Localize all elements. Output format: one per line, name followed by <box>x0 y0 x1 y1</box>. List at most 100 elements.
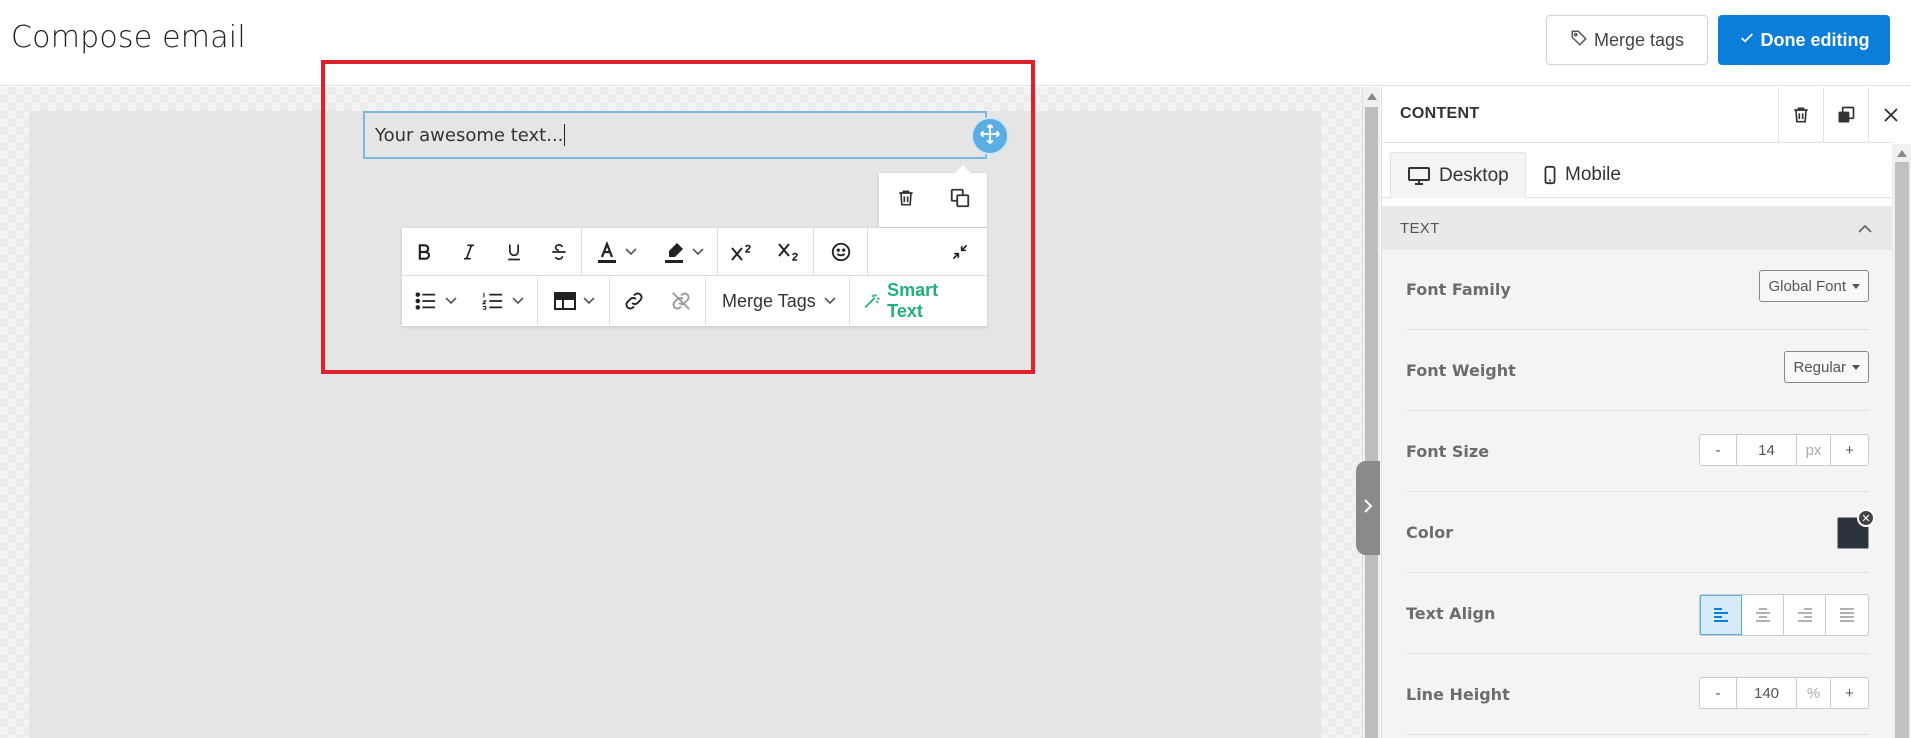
chevron-right-icon <box>1362 498 1374 519</box>
font-family-select[interactable]: Global Font <box>1759 270 1869 302</box>
panel-delete-button[interactable] <box>1778 87 1823 143</box>
align-center-button[interactable] <box>1742 595 1784 635</box>
panel-scroll-thumb[interactable] <box>1895 162 1909 738</box>
canvas-scroll-thumb[interactable] <box>1365 107 1378 738</box>
font-weight-row: Font Weight Regular <box>1406 331 1869 411</box>
table-icon <box>553 292 576 310</box>
bold-icon <box>419 243 431 260</box>
device-tabs: Desktop Mobile <box>1382 144 1892 198</box>
line-height-unit: % <box>1797 678 1831 708</box>
superscript-button[interactable] <box>718 228 766 275</box>
panel-duplicate-button[interactable] <box>1823 87 1868 143</box>
numbered-list-button[interactable] <box>470 277 538 325</box>
panel-header: CONTENT <box>1382 87 1898 143</box>
table-button[interactable] <box>538 277 609 325</box>
line-height-decrement[interactable]: - <box>1700 678 1737 708</box>
line-height-input[interactable]: 140 <box>1737 678 1797 708</box>
panel-scrollbar[interactable] <box>1892 144 1911 738</box>
tab-desktop[interactable]: Desktop <box>1390 152 1526 198</box>
close-icon <box>1883 108 1898 122</box>
font-size-label: Font Size <box>1406 442 1490 461</box>
rich-text-toolbar: Merge Tags Smart Text <box>402 228 987 326</box>
section-title: TEXT <box>1400 219 1440 237</box>
format-group <box>402 228 582 275</box>
scroll-up-icon[interactable] <box>1897 150 1907 157</box>
text-align-row: Text Align <box>1406 574 1869 654</box>
page-title: Compose email <box>11 20 246 55</box>
color-row: Color ✕ <box>1406 493 1875 573</box>
italic-icon <box>464 244 475 259</box>
highlight-color-button[interactable] <box>650 228 718 275</box>
color-label: Color <box>1406 523 1454 542</box>
properties-panel: CONTENT Desktop Mobile TEXT Font Family … <box>1381 87 1911 738</box>
collapse-panel-toggle[interactable] <box>1356 461 1380 555</box>
align-justify-button[interactable] <box>1826 595 1868 635</box>
duplicate-block-button[interactable] <box>933 173 987 227</box>
collapse-toolbar-button[interactable] <box>933 228 987 275</box>
merge-tags-dropdown[interactable]: Merge Tags <box>706 277 842 325</box>
block-actions <box>879 165 987 227</box>
panel-close-button[interactable] <box>1868 87 1911 143</box>
line-height-label: Line Height <box>1406 685 1510 704</box>
underline-icon <box>508 244 520 260</box>
done-editing-button[interactable]: Done editing <box>1718 15 1890 65</box>
chevron-down-icon <box>625 247 637 255</box>
tab-mobile[interactable]: Mobile <box>1527 152 1637 198</box>
font-color-button[interactable] <box>582 228 650 275</box>
list-group <box>402 277 538 325</box>
collapse-group <box>868 228 987 275</box>
script-group <box>718 228 814 275</box>
magic-wand-icon <box>864 293 880 309</box>
chevron-down-icon <box>445 297 457 305</box>
subscript-button[interactable] <box>766 228 814 275</box>
italic-button[interactable] <box>447 228 492 275</box>
smart-text-label: Smart Text <box>887 280 939 321</box>
align-justify-icon <box>1840 608 1854 622</box>
canvas-scrollbar[interactable] <box>1362 87 1380 738</box>
trash-icon <box>896 188 916 213</box>
line-height-stepper: - 140 % + <box>1699 677 1869 709</box>
desktop-icon <box>1408 166 1430 185</box>
text-block[interactable]: Your awesome text... <box>363 111 987 159</box>
merge-tags-label: Merge tags <box>1593 29 1685 50</box>
font-color-icon <box>597 240 616 263</box>
delete-block-button[interactable] <box>879 173 933 227</box>
line-height-increment[interactable]: + <box>1831 678 1868 708</box>
align-left-button[interactable] <box>1700 595 1742 635</box>
toolbar-row-1 <box>402 228 987 276</box>
text-block-content[interactable]: Your awesome text... <box>375 125 563 146</box>
chevron-down-icon <box>582 297 595 305</box>
emoji-button[interactable] <box>814 228 867 275</box>
clear-color-icon[interactable]: ✕ <box>1857 509 1875 527</box>
font-weight-select[interactable]: Regular <box>1784 351 1869 383</box>
font-size-increment[interactable]: + <box>1831 435 1868 465</box>
merge-tags-button[interactable]: Merge tags <box>1546 15 1708 65</box>
line-height-row: Line Height - 140 % + <box>1406 655 1869 735</box>
smart-text-button[interactable]: Smart Text <box>850 277 987 325</box>
emoji-icon <box>831 242 850 261</box>
bullet-list-button[interactable] <box>402 277 470 325</box>
font-weight-label: Font Weight <box>1406 361 1516 380</box>
subscript-icon <box>778 242 799 261</box>
font-size-decrement[interactable]: - <box>1700 435 1737 465</box>
align-left-icon <box>1714 608 1728 622</box>
remove-link-button[interactable] <box>658 277 706 325</box>
merge-tags-dropdown-label: Merge Tags <box>722 290 816 311</box>
done-editing-label: Done editing <box>1760 29 1870 50</box>
font-size-unit: px <box>1797 435 1831 465</box>
strikethrough-button[interactable] <box>536 228 581 275</box>
link-icon <box>625 292 643 310</box>
insert-link-button[interactable] <box>610 277 658 325</box>
align-center-icon <box>1755 608 1770 622</box>
move-icon <box>979 123 1001 150</box>
font-size-input[interactable]: 14 <box>1737 435 1797 465</box>
move-handle[interactable] <box>971 117 1009 155</box>
underline-button[interactable] <box>492 228 537 275</box>
color-group <box>582 228 718 275</box>
text-section-header[interactable]: TEXT <box>1382 206 1892 250</box>
scroll-up-icon[interactable] <box>1367 93 1377 100</box>
align-right-button[interactable] <box>1784 595 1826 635</box>
bullet-list-icon <box>415 292 435 310</box>
bold-button[interactable] <box>402 228 447 275</box>
superscript-icon <box>730 244 751 261</box>
